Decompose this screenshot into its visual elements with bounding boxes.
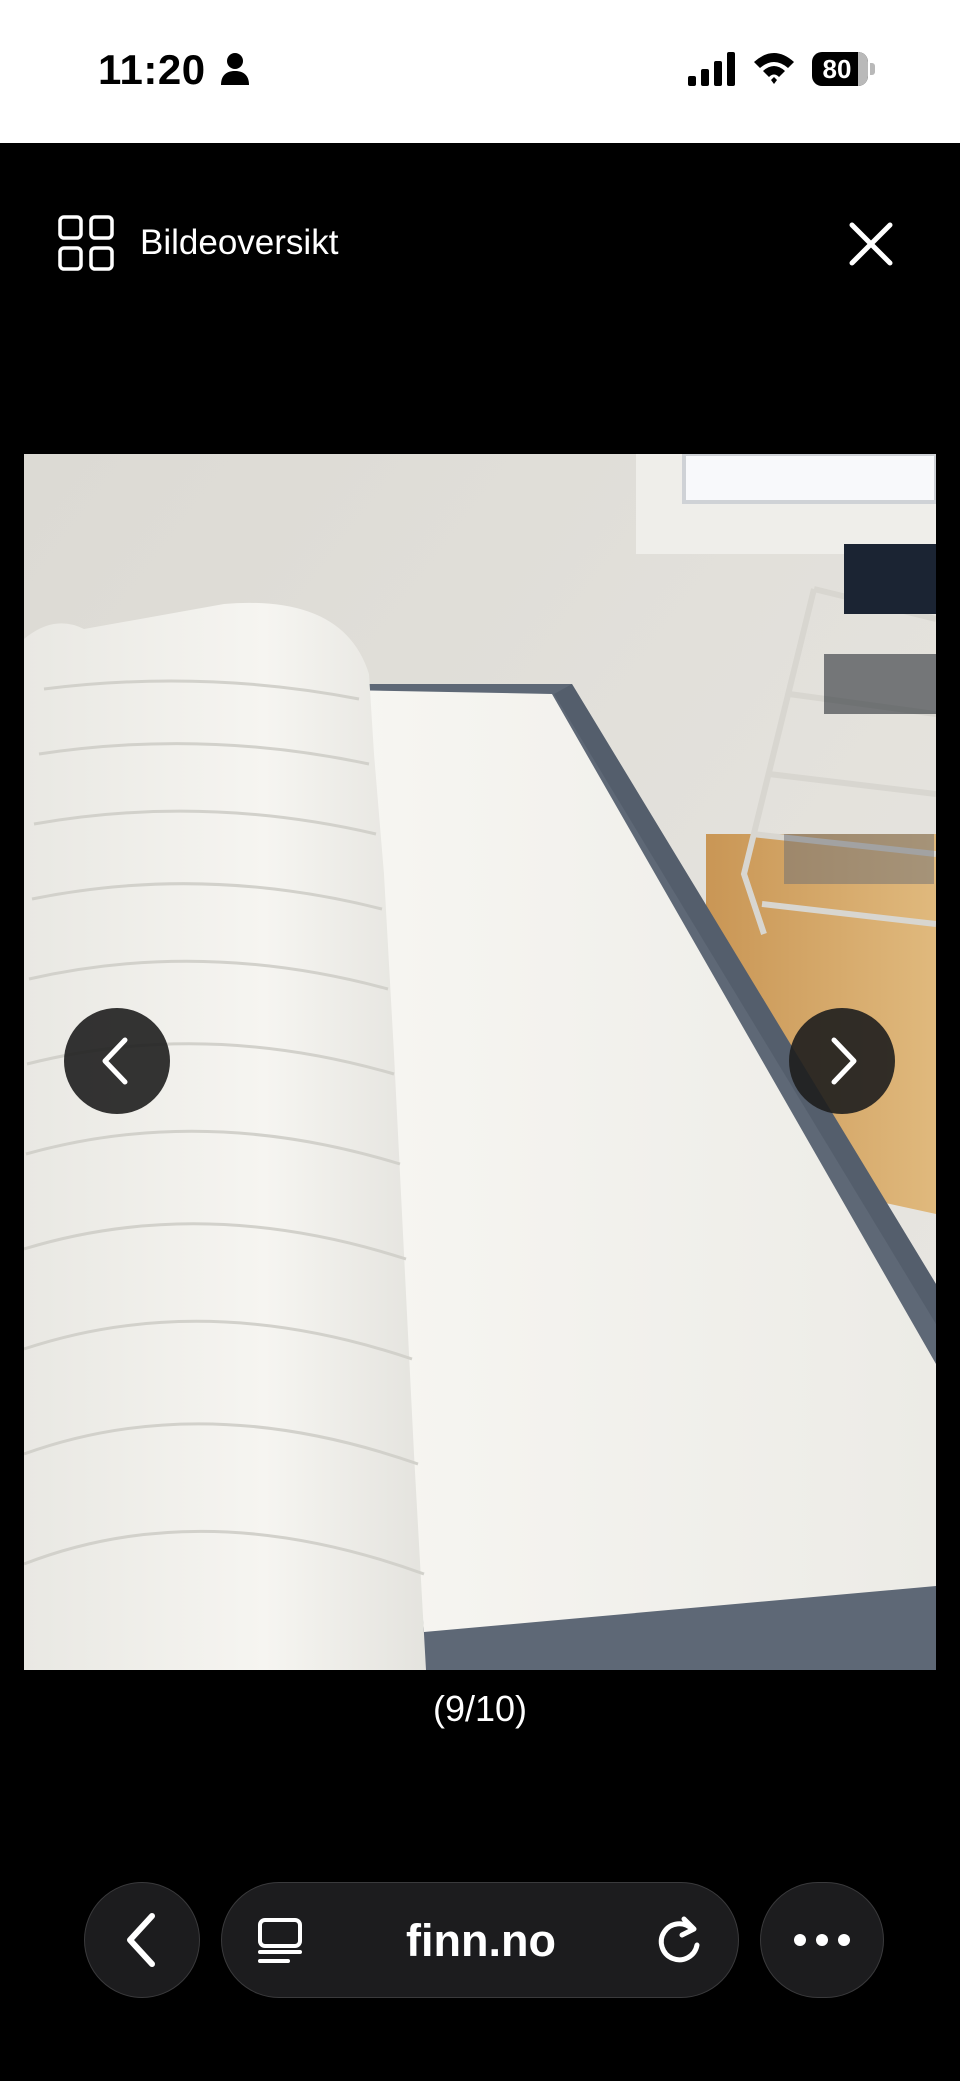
person-icon [221, 53, 249, 85]
image-overview-label: Bildeoversikt [140, 223, 339, 262]
next-image-button[interactable] [789, 1008, 895, 1114]
more-icon [794, 1934, 850, 1946]
status-bar: 11:20 80 [0, 0, 960, 143]
chevron-left-icon [102, 1037, 128, 1085]
previous-image-button[interactable] [64, 1008, 170, 1114]
battery-level: 80 [822, 54, 852, 84]
image-overview-button[interactable]: Bildeoversikt [58, 213, 338, 273]
chevron-right-icon [831, 1037, 857, 1085]
close-icon[interactable] [846, 219, 896, 269]
chevron-left-icon [127, 1913, 155, 1967]
reload-icon[interactable] [654, 1915, 704, 1967]
wifi-icon [754, 53, 794, 84]
image-counter: (9/10) [432, 1688, 528, 1729]
battery-indicator: 80 [812, 52, 876, 86]
signal-icon [688, 52, 735, 86]
status-time: 11:20 [98, 46, 206, 93]
browser-back-button[interactable] [84, 1882, 200, 1998]
grid-icon [58, 215, 114, 271]
more-button[interactable] [760, 1882, 884, 1998]
image-viewer-header: Bildeoversikt [0, 143, 960, 343]
address-bar[interactable]: finn.no [221, 1882, 739, 1998]
